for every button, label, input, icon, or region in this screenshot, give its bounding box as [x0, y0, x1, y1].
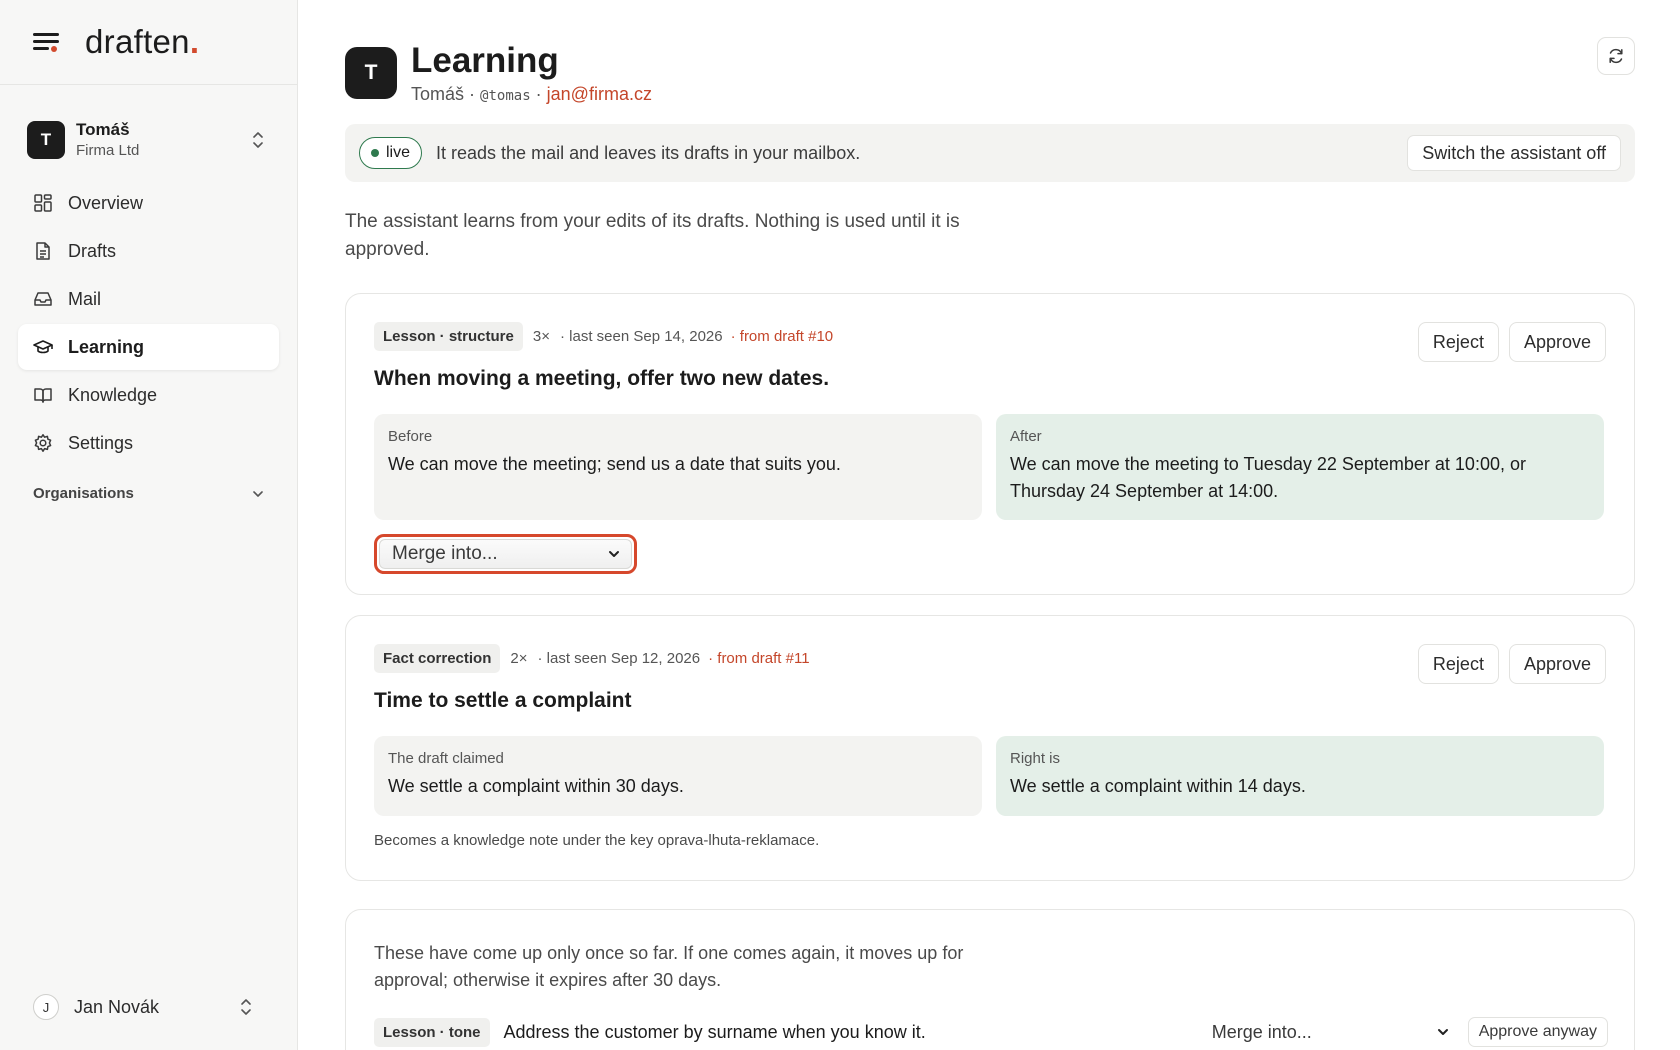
- sidebar-item-label: Mail: [68, 288, 102, 309]
- account-name: Tomáš: [76, 120, 130, 140]
- main-content: T Learning Tomáš · @tomas · jan@firma.cz…: [345, 0, 1635, 1050]
- sidebar-item-label: Drafts: [68, 240, 117, 261]
- document-icon: [36, 242, 50, 260]
- sidebar-item-knowledge[interactable]: Knowledge: [18, 372, 279, 418]
- intro-text: The assistant learns from your edits of …: [345, 211, 960, 260]
- reject-button[interactable]: Reject: [1417, 644, 1499, 684]
- switch-assistant-off-button[interactable]: Switch the assistant off: [1407, 135, 1621, 171]
- status-text: It reads the mail and leaves its drafts …: [436, 142, 861, 163]
- chevron-down-icon: [609, 551, 619, 557]
- sidebar-item-label: Learning: [68, 336, 145, 357]
- page-avatar: T: [345, 47, 397, 99]
- approve-button[interactable]: Approve: [1508, 322, 1606, 362]
- refresh-icon: [1609, 48, 1623, 64]
- before-pane: Before We can move the meeting; send us …: [374, 414, 982, 520]
- pending-explanation: These have come up only once so far. If …: [374, 943, 964, 990]
- subtitle-name: Tomáš: [411, 84, 465, 104]
- lesson-tag: Fact correction: [374, 644, 501, 673]
- sidebar-item-settings[interactable]: Settings: [18, 420, 279, 466]
- account-avatar: T: [27, 121, 65, 159]
- user-menu[interactable]: J Jan Novák: [33, 990, 265, 1024]
- sidebar: draften. T Tomáš Firma Ltd Overview Draf…: [0, 0, 298, 1050]
- draft-claimed-pane: The draft claimed We settle a complaint …: [374, 736, 982, 816]
- fact-correction-card: Fact correction 2× · last seen Sep 12, 2…: [345, 615, 1635, 881]
- book-icon: [34, 388, 52, 403]
- inbox-icon: [34, 292, 52, 306]
- card-title: Time to settle a complaint: [374, 689, 632, 712]
- organisations-toggle[interactable]: Organisations: [33, 485, 265, 502]
- refresh-button[interactable]: [1597, 37, 1635, 75]
- grid-icon: [34, 194, 52, 212]
- chevron-up-down-icon: [241, 999, 251, 1015]
- pending-lesson-row: Lesson · tone Address the customer by su…: [374, 1016, 1608, 1048]
- pending-lesson-title: Address the customer by surname when you…: [503, 1021, 926, 1042]
- sidebar-item-learning[interactable]: Learning: [18, 324, 279, 370]
- knowledge-note-footnote: Becomes a knowledge note under the key o…: [374, 832, 820, 849]
- sidebar-nav: Overview Drafts Mail Learning Knowledge …: [18, 180, 279, 468]
- right-is-pane: Right is We settle a complaint within 14…: [996, 736, 1604, 816]
- merge-into-select[interactable]: Merge into...: [374, 534, 637, 574]
- merge-into-select[interactable]: Merge into...: [1206, 1016, 1456, 1048]
- card-title: When moving a meeting, offer two new dat…: [374, 367, 830, 390]
- page-subtitle: Tomáš · @tomas · jan@firma.cz: [411, 84, 652, 104]
- lesson-tag: Lesson · tone: [374, 1017, 490, 1047]
- chevron-down-icon: [1437, 1029, 1448, 1035]
- occurrence-count: 2×: [510, 650, 528, 667]
- user-avatar: J: [33, 994, 59, 1020]
- approve-anyway-button[interactable]: Approve anyway: [1467, 1017, 1608, 1047]
- card-meta: Lesson · structure 3× · last seen Sep 14…: [374, 322, 833, 351]
- sidebar-item-label: Overview: [68, 192, 144, 213]
- last-seen: · last seen Sep 12, 2026: [537, 650, 701, 667]
- account-switcher[interactable]: T Tomáš Firma Ltd: [27, 115, 277, 165]
- subtitle-handle: @tomas: [480, 88, 531, 104]
- source-draft-link[interactable]: · from draft #11: [708, 650, 809, 667]
- approve-button[interactable]: Approve: [1508, 644, 1606, 684]
- gear-icon: [34, 434, 52, 452]
- status-badge: live: [359, 137, 423, 169]
- live-dot-icon: [371, 149, 379, 157]
- pending-lessons-card: These have come up only once so far. If …: [345, 909, 1635, 1050]
- source-draft-link[interactable]: · from draft #10: [731, 328, 834, 345]
- after-pane: After We can move the meeting to Tuesday…: [996, 414, 1604, 520]
- sidebar-item-mail[interactable]: Mail: [18, 276, 279, 322]
- card-meta: Fact correction 2× · last seen Sep 12, 2…: [374, 644, 810, 673]
- graduation-cap-icon: [33, 340, 53, 354]
- assistant-status-bar: live It reads the mail and leaves its dr…: [345, 124, 1635, 182]
- brand-logo[interactable]: draften.: [85, 23, 199, 61]
- reject-button[interactable]: Reject: [1417, 322, 1499, 362]
- sidebar-item-label: Settings: [68, 432, 134, 453]
- lesson-card: Lesson · structure 3× · last seen Sep 14…: [345, 293, 1635, 595]
- sidebar-item-drafts[interactable]: Drafts: [18, 228, 279, 274]
- menu-icon[interactable]: [33, 32, 59, 52]
- sidebar-item-label: Knowledge: [68, 384, 158, 405]
- page-title: Learning: [411, 41, 559, 80]
- sidebar-item-overview[interactable]: Overview: [18, 180, 279, 226]
- page-header: T Learning Tomáš · @tomas · jan@firma.cz: [345, 40, 652, 105]
- subtitle-email-link[interactable]: jan@firma.cz: [547, 84, 652, 104]
- account-org: Firma Ltd: [76, 142, 140, 160]
- user-name: Jan Novák: [74, 996, 160, 1017]
- chevron-up-down-icon: [253, 132, 263, 148]
- occurrence-count: 3×: [532, 328, 550, 345]
- brand-bar: draften.: [0, 0, 297, 85]
- lesson-tag: Lesson · structure: [374, 322, 523, 351]
- organisations-label: Organisations: [33, 485, 134, 502]
- chevron-down-icon: [253, 490, 263, 497]
- last-seen: · last seen Sep 14, 2026: [559, 328, 723, 345]
